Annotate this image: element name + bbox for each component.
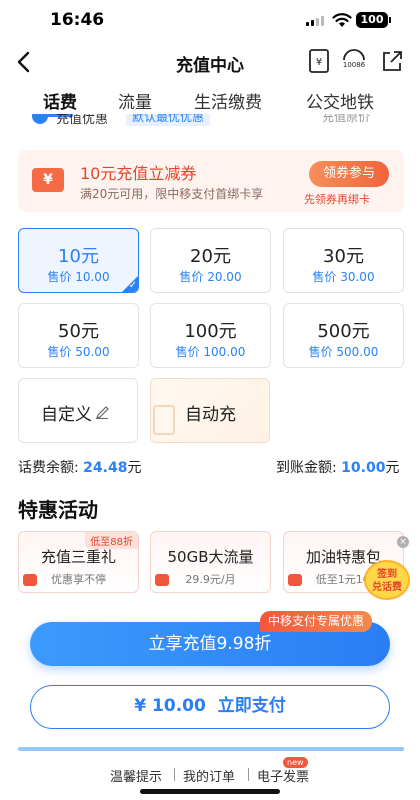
signin-badge-line1: 签到 bbox=[377, 569, 397, 580]
arrival-unit: 元 bbox=[385, 460, 400, 476]
amount-card-100[interactable]: 100元 售价 100.00 bbox=[150, 303, 271, 368]
red-packet-icon bbox=[23, 574, 37, 586]
footer-separator bbox=[248, 768, 249, 781]
amount-card-30[interactable]: 30元 售价 30.00 bbox=[283, 228, 404, 293]
signin-badge-line2: 兑话费 bbox=[372, 582, 402, 593]
tab-utilities[interactable]: 生活缴费 bbox=[194, 88, 262, 113]
calendar-icon bbox=[153, 405, 175, 435]
balance-unit: 元 bbox=[127, 460, 142, 476]
original-price-option[interactable]: 充值原价 bbox=[322, 114, 370, 125]
footer-orders-link[interactable]: 我的订单 bbox=[183, 766, 235, 785]
new-badge: new bbox=[283, 757, 308, 768]
tab-data[interactable]: 流量 bbox=[118, 88, 152, 113]
amount-value: 500元 bbox=[317, 321, 370, 342]
tab-phone-bill[interactable]: 话费 bbox=[43, 88, 77, 113]
amount-price: 售价 50.00 bbox=[47, 345, 110, 359]
balance-info: 话费余额: 24.48元 bbox=[18, 457, 141, 477]
auto-recharge-label: 自动充 bbox=[185, 405, 236, 425]
svg-text:10086: 10086 bbox=[343, 61, 366, 69]
home-indicator bbox=[140, 789, 280, 794]
battery-tip bbox=[389, 17, 391, 23]
default-discount-badge: 默认最优优惠 bbox=[126, 114, 211, 126]
tab-transit[interactable]: 公交地铁 bbox=[306, 88, 374, 113]
battery-icon: 100 bbox=[356, 12, 388, 28]
pay-amount: 10.00 bbox=[152, 696, 206, 716]
arrival-info: 到账金额: 10.00元 bbox=[276, 457, 399, 477]
cellular-signal-icon bbox=[306, 16, 324, 26]
status-bar: 16:46 100 bbox=[0, 0, 420, 44]
promo-title: 50GB大流量 bbox=[167, 548, 254, 566]
custom-amount-card[interactable]: 自定义 bbox=[18, 378, 138, 443]
amount-value: 10元 bbox=[58, 246, 99, 267]
footer-separator bbox=[174, 768, 175, 781]
amount-value: 30元 bbox=[323, 246, 364, 267]
coupon-subtitle: 满20元可用，限中移支付首绑卡享 bbox=[80, 187, 264, 201]
amount-value: 100元 bbox=[184, 321, 237, 342]
amount-card-500[interactable]: 500元 售价 500.00 bbox=[283, 303, 404, 368]
close-icon[interactable]: × bbox=[397, 536, 409, 548]
footer-links: 温馨提示 我的订单 电子发票 bbox=[0, 766, 420, 786]
amount-price: 售价 30.00 bbox=[312, 270, 375, 284]
category-tabs: 话费 流量 生活缴费 公交地铁 bbox=[0, 84, 420, 117]
arrival-value: 10.00 bbox=[341, 460, 386, 476]
customer-service-10086-icon[interactable]: 10086 bbox=[340, 48, 368, 74]
amount-value: 50元 bbox=[58, 321, 99, 342]
svg-text:¥: ¥ bbox=[316, 57, 322, 68]
promo-card-triple-gift[interactable]: 低至88折 充值三重礼 优惠享不停 bbox=[18, 531, 139, 593]
pay-currency: ¥ bbox=[134, 696, 147, 716]
share-icon[interactable] bbox=[380, 48, 404, 74]
promo-title: 充值三重礼 bbox=[40, 548, 116, 566]
coupon-title: 10元充值立减券 bbox=[80, 164, 197, 183]
promo-section-title: 特惠活动 bbox=[18, 498, 98, 522]
custom-amount-label: 自定义 bbox=[41, 405, 92, 425]
amount-card-50[interactable]: 50元 售价 50.00 bbox=[18, 303, 139, 368]
discount-option-row[interactable]: 充值优惠 默认最优优惠 充值原价 bbox=[0, 114, 420, 130]
coupon-icon: ¥ bbox=[32, 168, 64, 192]
status-time: 16:46 bbox=[50, 10, 105, 30]
coupon-banner: ¥ 10元充值立减券 满20元可用，限中移支付首绑卡享 领券参与 先领券再绑卡 bbox=[18, 150, 404, 212]
balance-label: 话费余额: bbox=[18, 460, 79, 476]
wifi-icon bbox=[332, 13, 352, 27]
footer-tips-link[interactable]: 温馨提示 bbox=[110, 766, 162, 785]
exclusive-offer-tag: 中移支付专属优惠 bbox=[260, 611, 373, 632]
wallet-icon[interactable]: ¥ bbox=[308, 48, 330, 74]
pay-label: 立即支付 bbox=[217, 696, 286, 716]
claim-coupon-hint: 先领券再绑卡 bbox=[304, 193, 370, 206]
amount-price: 售价 20.00 bbox=[179, 270, 242, 284]
check-icon: ✓ bbox=[128, 280, 137, 291]
promo-card-50gb-data[interactable]: 50GB大流量 29.9元/月 bbox=[150, 531, 271, 593]
footer-invoice-link[interactable]: 电子发票 bbox=[257, 766, 309, 785]
red-packet-icon bbox=[155, 574, 169, 586]
amount-value: 20元 bbox=[190, 246, 231, 267]
divider bbox=[18, 747, 404, 751]
claim-coupon-button[interactable]: 领券参与 bbox=[309, 161, 389, 187]
arrival-label: 到账金额: bbox=[276, 460, 337, 476]
auto-recharge-card[interactable]: 自动充 bbox=[150, 378, 270, 443]
pay-now-button[interactable]: ¥ 10.00 立即支付 bbox=[30, 685, 390, 729]
balance-value: 24.48 bbox=[83, 460, 128, 476]
amount-card-20[interactable]: 20元 售价 20.00 bbox=[150, 228, 271, 293]
amount-price: 售价 500.00 bbox=[308, 345, 379, 359]
discount-option-label: 充值优惠 bbox=[56, 114, 109, 127]
checkbox-checked-icon[interactable] bbox=[32, 114, 48, 124]
amount-price: 售价 100.00 bbox=[175, 345, 246, 359]
red-packet-icon bbox=[288, 574, 302, 586]
signin-reward-badge[interactable]: 签到 兑话费 bbox=[364, 560, 410, 600]
pencil-icon bbox=[96, 406, 109, 419]
nav-bar: 充值中心 ¥ 10086 bbox=[0, 44, 420, 80]
amount-card-10[interactable]: 10元 售价 10.00 ✓ bbox=[18, 228, 139, 293]
